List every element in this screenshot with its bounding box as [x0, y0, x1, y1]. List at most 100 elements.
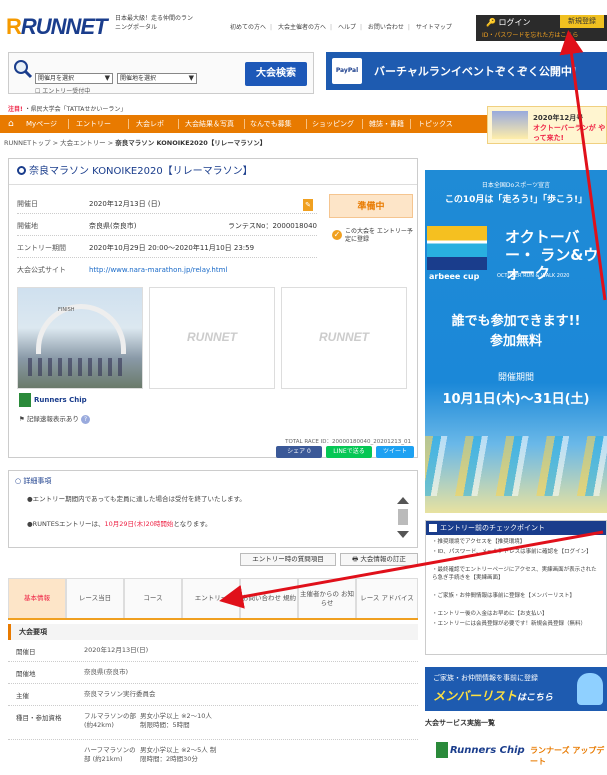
magazine-caption: オクトーバーランが やって来た! [533, 124, 606, 142]
tab-race-advice[interactable]: レース アドバイス [356, 578, 418, 618]
home-icon[interactable]: ⌂ [8, 115, 14, 133]
race-photo-2[interactable]: RUNNET [149, 287, 275, 389]
top-link-contact[interactable]: お問い合わせ [368, 24, 404, 31]
nav-divider [128, 119, 129, 129]
race-photo-3[interactable]: RUNNET [281, 287, 407, 389]
info-value: 2020年10月29日 20:00～2020年11月10日 23:59 [89, 244, 255, 252]
help-icon[interactable]: ? [80, 415, 90, 424]
runners-chip-icon [19, 393, 31, 407]
r-mark-icon: R [6, 14, 22, 39]
chevron-down-icon: ▼ [104, 74, 110, 82]
banner-slogan: この10月は「走ろう!」「歩こう!」 [444, 195, 588, 205]
register-button[interactable]: 新規登録 [560, 15, 604, 28]
twitter-share-button[interactable]: ツイート [376, 446, 414, 458]
tab-organizer-news[interactable]: 主催者からの お知らせ [298, 578, 356, 618]
nav-recruit[interactable]: なんでも募集 [250, 115, 292, 133]
line-share-button[interactable]: LINEで送る [326, 446, 372, 458]
runners-update-service[interactable]: ランナーズ アップデート [530, 745, 607, 767]
nav-results[interactable]: 大会結果＆写真 [185, 115, 234, 133]
month-select[interactable]: 開催月を選択 ▼ [35, 73, 113, 84]
race-search-button[interactable]: 大会検索 [245, 62, 307, 86]
scroll-down-icon[interactable] [397, 531, 409, 538]
section-value-2: 男女小学以上 ※2～10人 制限時間：5時間 [140, 712, 212, 729]
runnet-logo[interactable]: RRUNNET [6, 14, 108, 40]
nav-mypage[interactable]: Myページ [26, 115, 57, 133]
tab-basic-info[interactable]: 基本情報 [8, 578, 66, 618]
banner-period: 10月1日(木)～31日(土) [442, 392, 590, 407]
services-title: 大会サービス実施一覧 [425, 719, 495, 727]
login-button[interactable]: 🔑 ログイン [486, 17, 531, 28]
tab-contact-terms[interactable]: お問い合わせ 規約 [240, 578, 298, 618]
magazine-mini-banner[interactable]: 2020年12月号 オクトーバーランが やって来た! [487, 106, 607, 144]
tab-entry[interactable]: エントリー [182, 578, 240, 618]
info-key: 開催日 [17, 200, 38, 208]
flag-logo-icon [427, 226, 487, 270]
october-run-logo: オクトーバー・ ラン&ウォーク arbeee cup OCTOBER RUN &… [425, 226, 607, 282]
finish-banner-text: FINISH [58, 307, 75, 313]
checkpoint-item[interactable]: ・推奨環境でアクセスを【推奨環境】 [432, 539, 602, 547]
check-icon: ✓ [332, 230, 342, 240]
nav-topics[interactable]: トピックス [418, 115, 453, 133]
checkpoint-item[interactable]: ・ご家族・お仲間情報は事前に登録を【メンバーリスト】 [432, 593, 602, 601]
virtual-run-banner[interactable]: PayPal バーチャルランイベントぞくぞく公開中! [326, 52, 607, 90]
nav-entry[interactable]: エントリー [76, 115, 111, 133]
chevron-down-icon: ▼ [188, 74, 194, 82]
checkpoint-item[interactable]: ・最終確認でエントリーページにアクセス、実練画面が表示されたら急ぎ手続きを【実練… [432, 567, 602, 582]
facebook-share-button[interactable]: シェア 0 [276, 446, 322, 458]
section-row-place: 開催地 奈良県(奈良市) [8, 662, 418, 684]
checkpoint-item[interactable]: ・エントリーには会員登録が必要です！新規会員登録（無料） [432, 621, 602, 629]
checkpoint-item[interactable]: ・エントリー後の入金はお早めに【お支払い】 [432, 611, 602, 619]
correction-button[interactable]: 🖶 大会情報の訂正 [340, 553, 418, 566]
faq-button[interactable]: エントリー時の質問項目 [240, 553, 336, 566]
member-list-banner[interactable]: ご家族・お仲間情報を事前に登録 メンバーリストはこちら [425, 667, 607, 711]
login-label: ログイン [498, 18, 531, 27]
notice-tag: 注目! [8, 106, 23, 113]
region-select[interactable]: 開催地を選択 ▼ [117, 73, 197, 84]
details-line-2-highlight: 10月29日(木)20時開始 [104, 520, 174, 528]
info-key: エントリー期間 [17, 244, 66, 252]
scroll-up-icon[interactable] [397, 497, 409, 504]
nav-magazine[interactable]: 雑誌・書籍 [369, 115, 404, 133]
top-link-sitemap[interactable]: サイトマップ [416, 24, 452, 31]
plan-register-button[interactable]: ✓ この大会を エントリー予定に登録 [329, 225, 413, 247]
top-link-organizer[interactable]: 大会主催者の方へ [278, 24, 326, 31]
edit-icon[interactable]: ✎ [303, 199, 313, 211]
forgot-password-link[interactable]: ID・パスワードを忘れた方はこちら [482, 30, 578, 39]
entry-open-checkbox[interactable]: ☐ エントリー受付中 [35, 86, 90, 95]
breadcrumb-entry[interactable]: 大会エントリー [60, 139, 106, 147]
breadcrumb: RUNNETトップ > 大会エントリー > 奈良マラソン KONOIKE2020… [4, 139, 267, 147]
breadcrumb-top[interactable]: RUNNETトップ [4, 139, 51, 147]
status-button: 準備中 [329, 194, 413, 218]
nav-report[interactable]: 大会レポ [136, 115, 164, 133]
placeholder-logo: RUNNET [187, 330, 237, 344]
printer-icon: 🖶 [352, 555, 359, 563]
details-title-text: 詳細事項 [23, 477, 52, 485]
nav-shopping[interactable]: ショッピング [312, 115, 354, 133]
member-banner-small: はこちら [517, 693, 554, 703]
official-site-link[interactable]: http://www.nara-marathon.jp/relay.html [89, 260, 227, 280]
tab-race-day[interactable]: レース当日 [66, 578, 124, 618]
runners-image [28, 358, 128, 376]
nav-divider [244, 119, 245, 129]
checkpoint-item[interactable]: ・ID、パスワード、メールアドレスは事前に確認を【ログイン】 [432, 549, 602, 557]
circle-icon [17, 166, 26, 175]
october-run-banner[interactable]: 日本全国Doスポーツ宣言 この10月は「走ろう!」「歩こう!」 オクトーバー・ … [425, 170, 607, 513]
tab-course[interactable]: コース [124, 578, 182, 618]
banner-cup-text: arbeee cup [429, 272, 480, 281]
checkbox-label: エントリー受付中 [42, 88, 91, 95]
scroll-thumb[interactable] [398, 509, 408, 525]
nav-divider [178, 119, 179, 129]
runners-chip-service[interactable]: Runners Chip [436, 742, 525, 758]
notice-bar[interactable]: 注目! ・県民大学会「TATTAせかいーラン」 [8, 104, 126, 113]
top-link-help[interactable]: ヘルプ [338, 24, 356, 31]
top-link-beginner[interactable]: 初めての方へ [230, 24, 266, 31]
details-scrollbar[interactable] [395, 493, 411, 543]
section-row-date: 開催日 2020年12月13日(日) [8, 640, 418, 662]
banner-small-text: 日本全国Doスポーツ宣言 [481, 182, 551, 189]
plan-label: この大会を エントリー予定に登録 [345, 228, 413, 243]
race-photo-1[interactable]: FINISH [17, 287, 143, 389]
virtual-run-text: バーチャルランイベントぞくぞく公開中! [374, 65, 577, 78]
race-card: 奈良マラソン KONOIKE2020【リレーマラソン】 開催日 2020年12月1… [8, 158, 418, 458]
member-banner-big: メンバーリスト [433, 689, 518, 703]
entry-checkpoints: エントリー前のチェックポイント ・推奨環境でアクセスを【推奨環境】 ・ID、パス… [425, 520, 607, 655]
